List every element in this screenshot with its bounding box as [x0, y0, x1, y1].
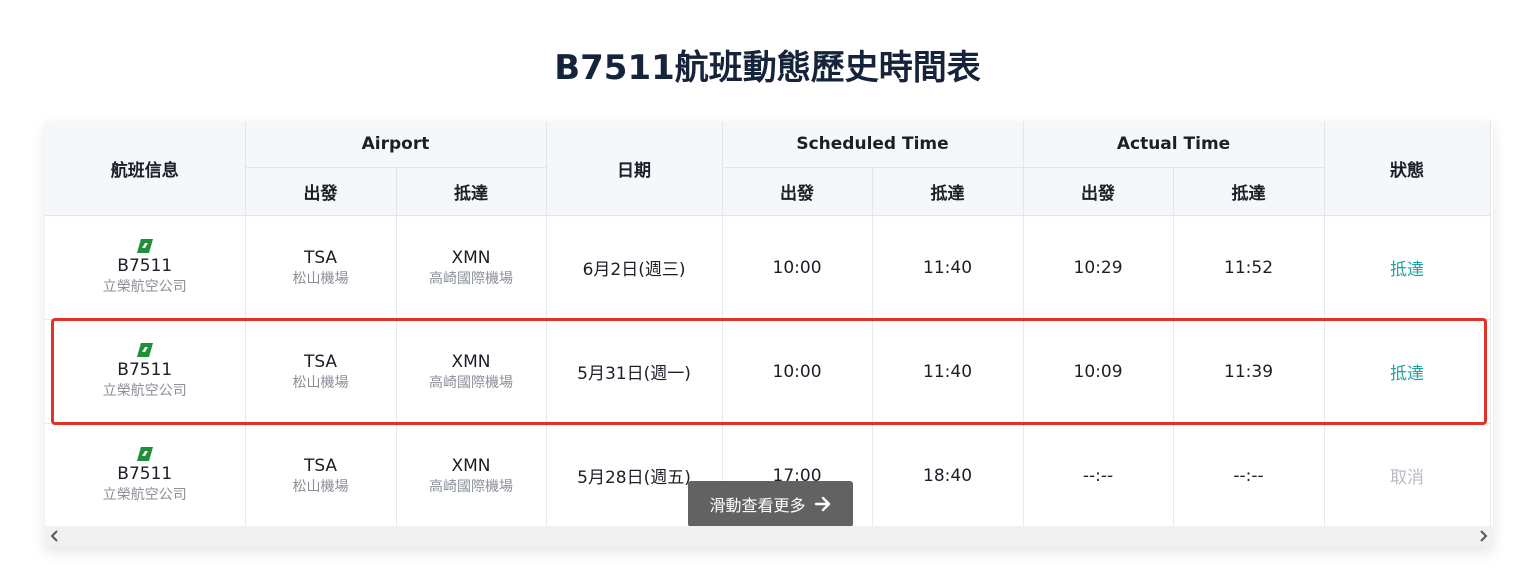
depart-airport-name: 松山機場: [292, 374, 349, 391]
scheduled-depart-cell: 10:00: [722, 319, 873, 424]
status-cell: 抵達: [1324, 319, 1491, 424]
uni-air-logo-icon: [136, 238, 153, 253]
actual-arrive-cell: --:--: [1173, 423, 1325, 528]
header-airport-arrive: 抵達: [396, 167, 547, 216]
date-cell: 6月2日(週三): [546, 215, 723, 320]
scheduled-arrive-cell: 18:40: [872, 423, 1024, 528]
uni-air-logo-icon: [136, 342, 153, 357]
actual-arrive-cell: 11:52: [1173, 215, 1325, 320]
status-badge: 抵達: [1390, 260, 1425, 280]
status-cell: 取消: [1324, 423, 1491, 528]
uni-air-logo-icon: [136, 446, 153, 461]
header-actual-arrive: 抵達: [1173, 167, 1325, 216]
actual-depart-cell: 10:09: [1023, 319, 1174, 424]
airline-name: 立榮航空公司: [102, 486, 187, 503]
depart-airport-name: 松山機場: [292, 478, 349, 495]
header-status: 狀態: [1324, 121, 1491, 216]
page-title: B7511航班動態歷史時間表: [554, 48, 981, 88]
header-actual-depart: 出發: [1023, 167, 1174, 216]
header-scheduled-time: Scheduled Time: [722, 121, 1024, 168]
depart-airport-cell: TSA 松山機場: [245, 215, 397, 320]
depart-airport-cell: TSA 松山機場: [245, 423, 397, 528]
scroll-hint-label: 滑動查看更多: [709, 496, 806, 515]
depart-airport-code: TSA: [303, 455, 338, 476]
date-cell: 5月31日(週一): [546, 319, 723, 424]
scheduled-arrive-cell: 11:40: [872, 215, 1024, 320]
horizontal-scrollbar[interactable]: [45, 526, 1493, 546]
arrive-airport-name: 高崎國際機場: [429, 478, 513, 495]
actual-depart-cell: --:--: [1023, 423, 1174, 528]
table-row: B7511 立榮航空公司 TSA 松山機場 XMN 高崎國際機場 5月31日(週…: [45, 319, 1491, 424]
airline-name: 立榮航空公司: [102, 278, 187, 295]
header-date: 日期: [546, 121, 723, 216]
actual-depart-cell: 10:29: [1023, 215, 1174, 320]
header-scheduled-arrive: 抵達: [872, 167, 1024, 216]
depart-airport-code: TSA: [303, 247, 338, 268]
arrive-airport-code: XMN: [451, 455, 491, 476]
header-airport-depart: 出發: [245, 167, 397, 216]
flight-number: B7511: [117, 463, 173, 484]
arrow-right-icon: [814, 496, 830, 512]
scheduled-arrive-cell: 11:40: [872, 319, 1024, 424]
arrive-airport-cell: XMN 高崎國際機場: [396, 319, 547, 424]
status-badge: 取消: [1390, 468, 1425, 488]
arrive-airport-cell: XMN 高崎國際機場: [396, 423, 547, 528]
arrive-airport-code: XMN: [451, 351, 491, 372]
flight-info-cell: B7511 立榮航空公司: [45, 423, 246, 528]
scheduled-depart-cell: 10:00: [722, 215, 873, 320]
scroll-more-hint[interactable]: 滑動查看更多: [688, 481, 853, 527]
flight-info-cell: B7511 立榮航空公司: [45, 319, 246, 424]
header-flight-info: 航班信息: [45, 121, 246, 216]
airline-name: 立榮航空公司: [102, 382, 187, 399]
arrive-airport-name: 高崎國際機場: [429, 270, 513, 287]
status-cell: 抵達: [1324, 215, 1491, 320]
arrive-airport-cell: XMN 高崎國際機場: [396, 215, 547, 320]
depart-airport-name: 松山機場: [292, 270, 349, 287]
depart-airport-code: TSA: [303, 351, 338, 372]
flight-number: B7511: [117, 359, 173, 380]
arrive-airport-code: XMN: [451, 247, 491, 268]
flight-info-cell: B7511 立榮航空公司: [45, 215, 246, 320]
header-airport: Airport: [245, 121, 547, 168]
status-badge: 抵達: [1390, 364, 1425, 384]
actual-arrive-cell: 11:39: [1173, 319, 1325, 424]
chevron-left-icon[interactable]: [45, 526, 65, 546]
chevron-right-icon[interactable]: [1473, 526, 1493, 546]
flight-number: B7511: [117, 255, 173, 276]
arrive-airport-name: 高崎國際機場: [429, 374, 513, 391]
header-actual-time: Actual Time: [1023, 121, 1325, 168]
table-row: B7511 立榮航空公司 TSA 松山機場 XMN 高崎國際機場 6月2日(週三…: [45, 215, 1491, 320]
depart-airport-cell: TSA 松山機場: [245, 319, 397, 424]
flight-history-table: 航班信息 Airport 日期 Scheduled Time Actual Ti…: [45, 121, 1491, 528]
header-scheduled-depart: 出發: [722, 167, 873, 216]
